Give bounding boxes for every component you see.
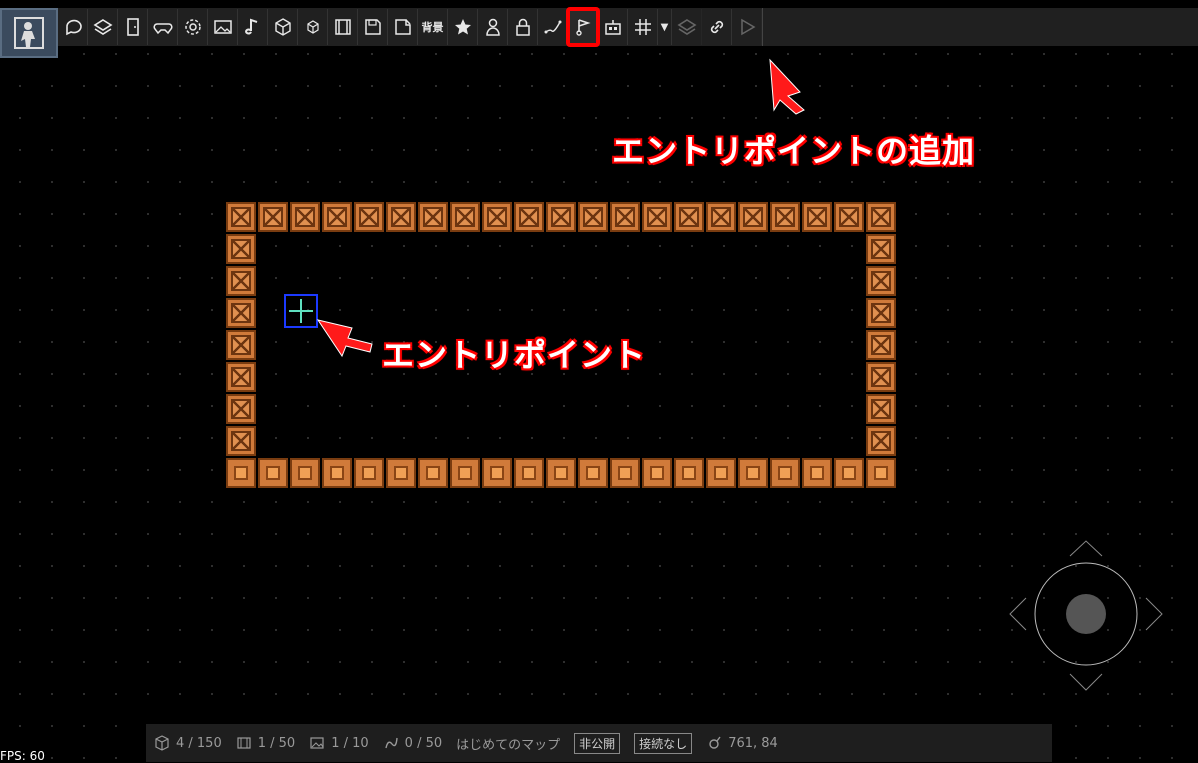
image-icon [310,737,324,749]
scene-count: 1 / 50 [236,735,295,751]
film-icon [237,737,251,749]
path-count: 0 / 50 [383,735,442,751]
joystick-left-icon[interactable] [1009,597,1027,631]
connection-badge[interactable]: 接続なし [634,732,693,754]
cursor-position-icon [709,736,721,749]
cube-icon [155,735,169,751]
visibility-badge[interactable]: 非公開 [574,732,621,754]
cursor-coords: 761, 84 [706,735,778,751]
map-name[interactable]: はじめてのマップ [456,734,560,753]
fps-counter: FPS: 60 [0,749,45,763]
joystick-right-icon[interactable] [1145,597,1163,631]
joystick-up-icon[interactable] [1069,540,1103,557]
status-bar: 4 / 150 1 / 50 1 / 10 0 / 50 はじめてのマップ 非公… [146,724,1052,762]
arrow-to-entry-point-icon [316,319,373,358]
annotation-add-entry-point: エントリポイントの追加 [612,132,976,170]
path-icon [384,737,398,749]
image-count: 1 / 10 [309,735,369,751]
arrow-to-flag-icon [769,58,805,115]
object-count: 4 / 150 [154,735,222,751]
virtual-joystick[interactable] [1006,536,1166,696]
joystick-down-icon[interactable] [1069,673,1103,691]
annotation-entry-point: エントリポイント [382,336,647,374]
joystick-knob[interactable] [1066,594,1106,634]
